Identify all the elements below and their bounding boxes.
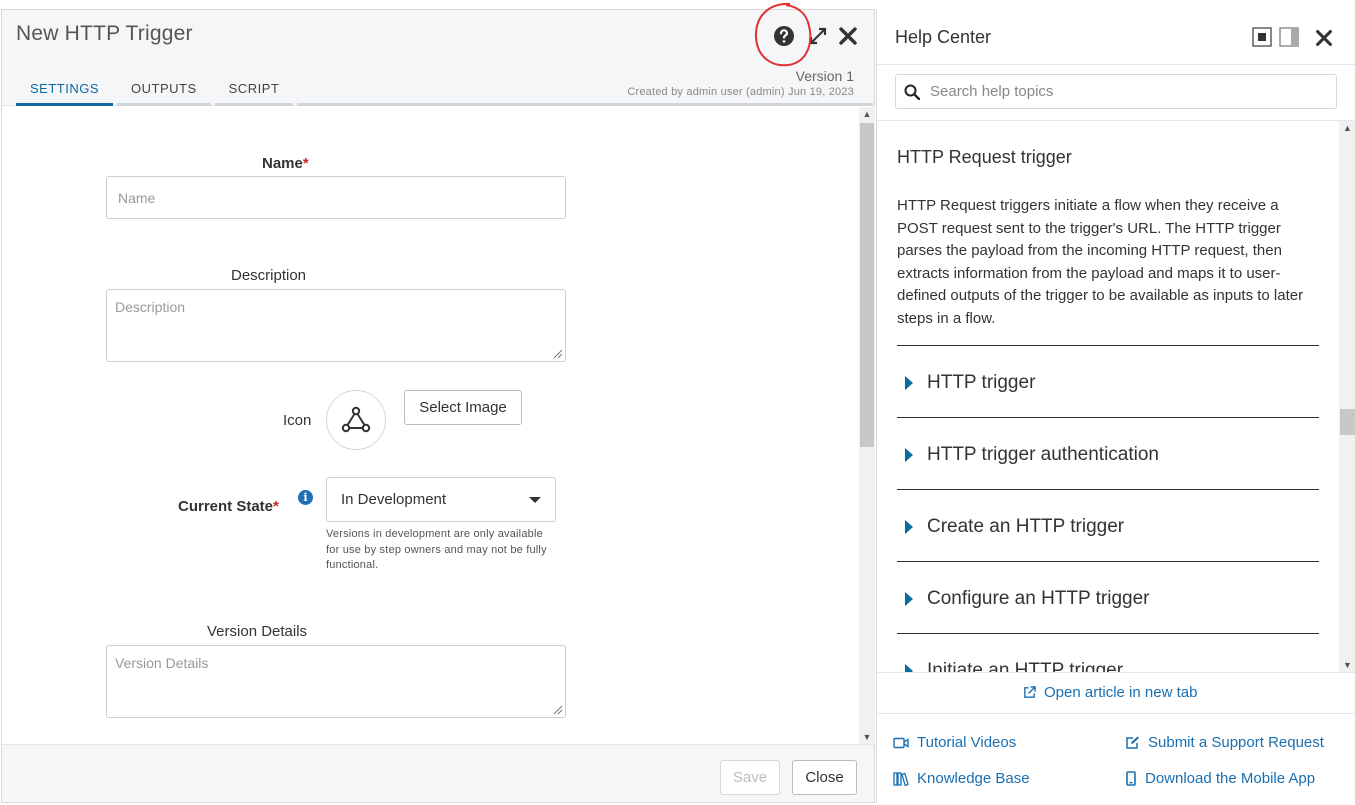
- description-label: Description: [231, 267, 307, 284]
- accordion-http-trigger[interactable]: HTTP trigger: [897, 363, 1319, 403]
- search-placeholder: Search help topics: [930, 83, 1054, 100]
- tab-settings[interactable]: SETTINGS: [16, 74, 114, 106]
- video-camera-icon: [893, 737, 909, 748]
- edit-icon: [1126, 736, 1139, 749]
- app-frame: New HTTP Trigger SETTINGS OUTPUTS SCRIPT…: [0, 0, 1355, 805]
- tab-script[interactable]: SCRIPT: [214, 74, 294, 106]
- resize-handle-icon[interactable]: [553, 705, 563, 715]
- knowledge-base-label: Knowledge Base: [917, 770, 1030, 787]
- close-help-icon[interactable]: [1313, 27, 1335, 49]
- mobile-app-label: Download the Mobile App: [1145, 770, 1316, 787]
- chevron-down-icon: [529, 496, 541, 503]
- support-request-label: Submit a Support Request: [1148, 734, 1324, 751]
- divider: [877, 713, 1355, 714]
- divider: [877, 64, 1355, 65]
- version-details-label: Version Details: [207, 623, 308, 640]
- support-request-link[interactable]: Submit a Support Request: [1125, 734, 1324, 751]
- accordion-label: Create an HTTP trigger: [927, 516, 1125, 537]
- required-marker: *: [302, 155, 309, 172]
- article-text: HTTP Request triggers initiate a flow wh…: [897, 197, 1304, 327]
- divider: [897, 561, 1319, 562]
- help-footer: Open article in new tab Tutorial Videos …: [877, 672, 1355, 803]
- description-textarea[interactable]: Description: [106, 289, 566, 362]
- open-article-label: Open article in new tab: [1044, 684, 1198, 701]
- scroll-up-icon[interactable]: ▲: [859, 107, 875, 121]
- current-state-hint: Versions in development are only availab…: [326, 528, 547, 571]
- divider: [897, 489, 1319, 490]
- help-scrollbar[interactable]: ▲ ▼: [1339, 121, 1355, 672]
- dock-panel-icon[interactable]: [1252, 27, 1272, 47]
- version-details-placeholder: Version Details: [115, 655, 209, 671]
- caret-right-icon: [905, 664, 913, 672]
- tab-outputs[interactable]: OUTPUTS: [117, 74, 211, 106]
- accordion-create-http-trigger[interactable]: Create an HTTP trigger: [897, 507, 1319, 547]
- current-state-value: In Development: [341, 491, 447, 508]
- search-icon: [904, 84, 920, 100]
- scroll-down-icon[interactable]: ▼: [1339, 658, 1355, 672]
- mobile-phone-icon: [1126, 771, 1136, 786]
- icon-label: Icon: [283, 412, 312, 429]
- divider: [897, 633, 1319, 634]
- open-article-link[interactable]: Open article in new tab: [1023, 684, 1197, 701]
- article-title: HTTP Request trigger: [897, 147, 1072, 167]
- webhook-icon: [341, 406, 371, 433]
- tutorial-videos-link[interactable]: Tutorial Videos: [893, 734, 1016, 751]
- select-image-button[interactable]: Select Image: [404, 390, 522, 425]
- current-state-select[interactable]: In Development: [326, 477, 556, 522]
- caret-right-icon: [905, 376, 913, 390]
- name-input[interactable]: Name: [106, 176, 566, 219]
- version-meta: Created by admin user (admin) Jun 19, 20…: [627, 86, 854, 98]
- required-marker: *: [273, 498, 279, 515]
- form-scrollbar[interactable]: ▲ ▼: [859, 107, 875, 744]
- accordion-initiate-http-trigger[interactable]: Initiate an HTTP trigger: [897, 651, 1319, 672]
- version-details-textarea[interactable]: Version Details: [106, 645, 566, 718]
- new-trigger-dialog: New HTTP Trigger SETTINGS OUTPUTS SCRIPT…: [1, 2, 875, 803]
- caret-right-icon: [905, 592, 913, 606]
- help-center-title: Help Center: [895, 27, 992, 47]
- side-panel-icon[interactable]: [1279, 27, 1299, 47]
- knowledge-base-link[interactable]: Knowledge Base: [893, 770, 1030, 787]
- mobile-app-link[interactable]: Download the Mobile App: [1125, 770, 1315, 787]
- accordion-label: Configure an HTTP trigger: [927, 588, 1150, 609]
- scroll-down-icon[interactable]: ▼: [859, 730, 875, 744]
- dialog-footer: Save Close: [2, 744, 874, 802]
- dialog-header: New HTTP Trigger SETTINGS OUTPUTS SCRIPT…: [2, 2, 874, 106]
- help-center-panel: Help Center Search help topics HTTP Requ…: [876, 9, 1355, 803]
- help-article: HTTP Request trigger HTTP Request trigge…: [877, 121, 1339, 672]
- version-label: Version 1: [795, 68, 854, 84]
- scrollbar-thumb[interactable]: [860, 123, 874, 447]
- annotation-circle: [754, 2, 812, 67]
- version-info: Version 1 Created by admin user (admin) …: [627, 68, 854, 98]
- accordion-label: Initiate an HTTP trigger: [927, 660, 1124, 672]
- trigger-icon-preview: [326, 390, 386, 450]
- settings-form: Name* Name Description Description Icon …: [2, 107, 859, 744]
- caret-right-icon: [905, 448, 913, 462]
- scroll-up-icon[interactable]: ▲: [1339, 121, 1355, 135]
- close-button[interactable]: Close: [792, 760, 857, 795]
- external-link-icon: [1024, 686, 1036, 698]
- dialog-title: New HTTP Trigger: [16, 22, 193, 45]
- save-button[interactable]: Save: [720, 760, 780, 795]
- books-icon: [893, 771, 909, 786]
- tutorial-videos-label: Tutorial Videos: [917, 734, 1017, 751]
- description-placeholder: Description: [115, 299, 186, 315]
- accordion-http-trigger-authentication[interactable]: HTTP trigger authentication: [897, 435, 1319, 475]
- divider: [897, 417, 1319, 418]
- scrollbar-thumb[interactable]: [1340, 409, 1355, 435]
- divider: [897, 345, 1319, 346]
- accordion-label: HTTP trigger authentication: [927, 444, 1159, 465]
- accordion-configure-http-trigger[interactable]: Configure an HTTP trigger: [897, 579, 1319, 619]
- info-icon[interactable]: i: [298, 490, 313, 505]
- name-label: Name*: [262, 155, 309, 172]
- close-icon[interactable]: [836, 24, 860, 48]
- accordion-label: HTTP trigger: [927, 372, 1036, 393]
- current-state-label: Current State*: [178, 498, 279, 515]
- resize-handle-icon[interactable]: [553, 349, 563, 359]
- caret-right-icon: [905, 520, 913, 534]
- help-search-input[interactable]: Search help topics: [895, 74, 1337, 109]
